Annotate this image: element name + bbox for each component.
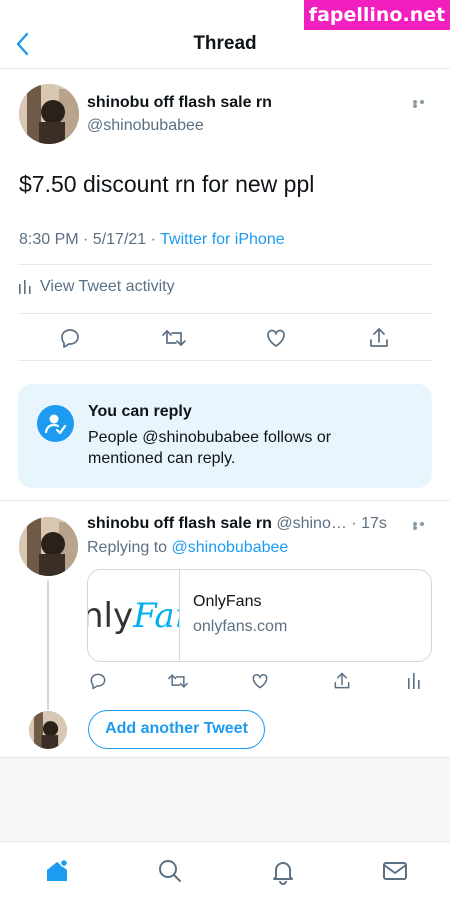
retweet-icon[interactable] [161, 326, 187, 350]
add-another-tweet-button[interactable]: Add another Tweet [88, 710, 265, 749]
reply-restriction-notice: You can reply People @shinobubabee follo… [18, 384, 432, 488]
notifications-bell-icon[interactable] [269, 857, 297, 885]
more-options-icon[interactable] [413, 100, 433, 108]
author-handle: @shinobubabee [87, 117, 204, 134]
link-card[interactable]: nlyFan OnlyFans onlyfans.com [87, 569, 432, 662]
link-card-image: nlyFan [88, 570, 180, 661]
reply-timestamp: · 17s [351, 515, 387, 532]
divider [18, 313, 432, 314]
divider [0, 500, 450, 501]
reply-author-name[interactable]: shinobu off flash sale rn [87, 515, 272, 532]
divider [18, 360, 432, 361]
link-card-title: OnlyFans [193, 593, 262, 610]
analytics-icon [19, 280, 31, 294]
author-name: shinobu off flash sale rn [87, 94, 272, 111]
tweet-text: $7.50 discount rn for new ppl [19, 171, 315, 197]
tweet-timestamp: 8:30 PM · 5/17/21 · [19, 231, 161, 248]
empty-area [0, 757, 450, 841]
reply-header: shinobu off flash sale rn @shino… · 17s [87, 515, 387, 533]
like-heart-icon[interactable] [264, 326, 288, 350]
onlyfans-logo-script: Fan [133, 596, 179, 636]
avatar[interactable] [19, 517, 78, 576]
reply-notice-body: People @shinobubabee follows or mentione… [88, 429, 332, 467]
divider [18, 264, 432, 265]
reply-notice-title: You can reply [88, 403, 192, 420]
reply-icon[interactable] [58, 326, 82, 350]
bottom-tab-bar [0, 841, 450, 902]
retweet-icon[interactable] [167, 671, 189, 691]
thread-connector-line [47, 580, 49, 710]
link-card-domain: onlyfans.com [193, 618, 288, 635]
more-options-icon[interactable] [413, 522, 433, 530]
replying-prefix: Replying to [87, 539, 172, 556]
view-tweet-activity[interactable]: View Tweet activity [18, 278, 175, 296]
replying-to: Replying to @shinobubabee [87, 539, 288, 557]
tweet-source-link[interactable]: Twitter for iPhone [160, 231, 285, 248]
share-icon[interactable] [367, 326, 391, 350]
avatar[interactable] [19, 84, 79, 144]
reply-icon[interactable] [88, 671, 108, 691]
replying-to-handle[interactable]: @shinobubabee [172, 539, 289, 556]
mentioned-user-icon [37, 405, 74, 442]
search-icon[interactable] [156, 857, 184, 885]
reply-author-handle: @shino… [276, 515, 347, 532]
like-heart-icon[interactable] [250, 671, 270, 691]
home-icon[interactable] [43, 857, 71, 885]
analytics-icon[interactable] [407, 671, 421, 689]
onlyfans-logo-text: nly [88, 596, 134, 636]
share-icon[interactable] [332, 671, 352, 691]
messages-mail-icon[interactable] [381, 857, 409, 885]
activity-label: View Tweet activity [40, 278, 175, 295]
page-title: Thread [193, 33, 257, 54]
tweet-meta: 8:30 PM · 5/17/21 · Twitter for iPhone [19, 231, 285, 249]
navigation-bar: Thread [0, 0, 450, 69]
compose-avatar [29, 711, 67, 749]
tweet-author[interactable]: shinobu off flash sale rn @shinobubabee [87, 94, 272, 135]
